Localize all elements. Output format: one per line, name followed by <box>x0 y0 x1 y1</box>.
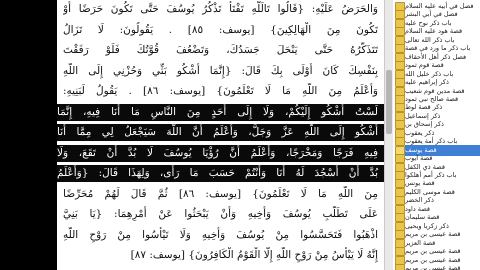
text-line[interactable]: تَتَذَكَّرُهُ حَتَّى يَنْحَلَ جَسَدُكَ، … <box>63 42 378 59</box>
app-window: وَالحَرَضُ عَلَيْهِ: {قَالُوا تَالَلّهِ … <box>57 0 480 270</box>
text-line[interactable]: وَالحَرَضُ عَلَيْهِ: {قَالُوا تَالَلّهِ … <box>63 1 378 18</box>
text-line[interactable]: بِنَفْسِكَ كَانَ أَوْلَى بِكَ قَالَ: {إِ… <box>63 63 378 80</box>
selected-text-line[interactable]: أَشْكُو إِلَى اللَّهِ عَزَّ وَجَلَّ، وَأ… <box>57 124 384 141</box>
text-line[interactable]: إِنَّهُ لَا يَيْأَسُ مِنْ رَوْحِ اللَّهِ… <box>63 247 378 264</box>
text-line[interactable]: اذْهَبُوا فَتَحَسَّسُوا مِنْ يُوسُفَ وَأ… <box>63 227 378 244</box>
selected-text-line[interactable]: لَسْتُ أَشْكُو إِلَيْكُمْ، وَلَا إِلَى أ… <box>57 103 384 121</box>
document-text-pane[interactable]: وَالحَرَضُ عَلَيْهِ: {قَالُوا تَالَلّهِ … <box>57 0 385 270</box>
text-line[interactable]: عَلَى تَطَلُّبِ يُوسُفَ وَأَخِيهِ وَأَنْ… <box>63 206 378 223</box>
document-scrollbar[interactable] <box>384 0 393 270</box>
text-line[interactable]: وَأَعْلَمُ مِنَ اللَّهِ مَا لَا تَعْلَمُ… <box>63 83 378 100</box>
selected-text-line[interactable]: بُدَّ أَنْ أَسْجُدَ لَهُ أَنَا وَأَنْتُم… <box>57 165 384 182</box>
folder-icon <box>395 263 405 270</box>
tree-item[interactable]: قصة عيسى بن مريم <box>393 263 480 270</box>
tree-item-label: قصة عيسى بن مريم <box>405 263 461 270</box>
scrollbar-thumb[interactable] <box>386 70 392 134</box>
chapter-tree[interactable]: فصل في أبيه عليه السلام فصل في أبي البشر ب… <box>393 0 480 270</box>
text-line[interactable]: تَكُونَ مِنَ الْهَالِكِينَ} [يوسف: ٨٥] .… <box>63 22 378 39</box>
selected-text-line[interactable]: فِيهِ فَرَجًا وَمَخْرَجًا، وَأَعْلَمُ أَ… <box>57 144 384 162</box>
text-line[interactable]: مِنَ اللَّهِ مَا لَا تَعْلَمُونَ} [يوسف:… <box>63 186 378 203</box>
